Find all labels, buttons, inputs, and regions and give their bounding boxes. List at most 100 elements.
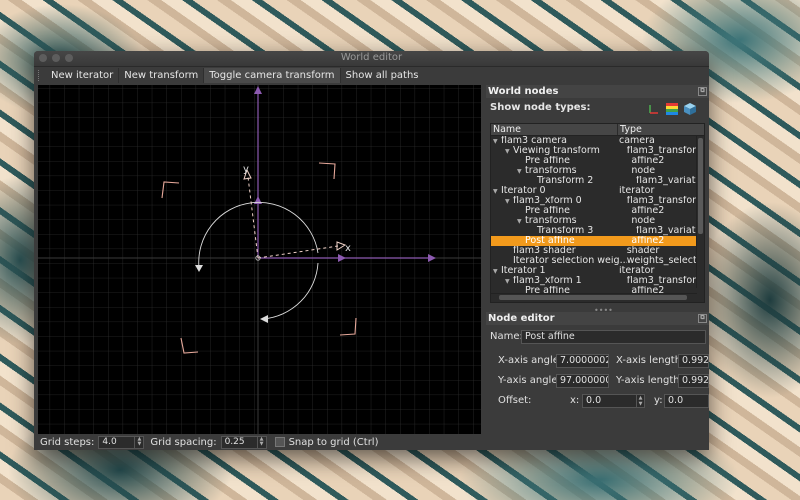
tree-row[interactable]: Post affine affine2 bbox=[491, 236, 704, 246]
tree-hscroll-thumb[interactable] bbox=[499, 295, 687, 300]
new-iterator-button[interactable]: New iterator bbox=[46, 68, 120, 83]
tree-row-label: transforms bbox=[525, 216, 577, 226]
tree-row-type: weights_selector bbox=[626, 256, 704, 266]
x-axis-angle-label: X-axis angle: bbox=[498, 355, 563, 366]
grid-spacing-value: 0.25 bbox=[224, 436, 245, 447]
tree-vertical-scrollbar[interactable] bbox=[696, 136, 704, 288]
toolbar-grip[interactable] bbox=[38, 70, 42, 81]
name-label: Name: bbox=[490, 331, 523, 342]
expand-arrow-icon[interactable]: ▼ bbox=[493, 187, 501, 196]
grid-spacing-stepper-icon[interactable]: ▲ ▼ bbox=[256, 436, 266, 448]
grid-steps-label: Grid steps: bbox=[40, 436, 95, 448]
x-axis-angle-input[interactable]: 7.0000002( bbox=[556, 354, 609, 368]
offset-y-label: y: bbox=[654, 395, 663, 406]
grid-steps-spinbox[interactable]: 4.0 ▲ ▼ bbox=[98, 435, 145, 449]
show-all-paths-button[interactable]: Show all paths bbox=[341, 68, 424, 83]
tree-row-label: flam3 camera bbox=[501, 136, 567, 146]
tree-row[interactable]: Pre affine affine2 bbox=[491, 156, 704, 166]
title-bar[interactable]: World editor bbox=[34, 51, 709, 67]
y-axis-angle-input[interactable]: 97.000000( bbox=[556, 374, 609, 388]
name-column-header[interactable]: Name bbox=[491, 124, 618, 135]
transform-type-icon[interactable] bbox=[648, 103, 660, 115]
tree-row[interactable]: Transform 3 flam3_variation bbox=[491, 226, 704, 236]
offset-label: Offset: bbox=[498, 395, 532, 406]
expand-arrow-icon[interactable]: ▼ bbox=[505, 277, 513, 286]
tree-row[interactable]: Pre affine affine2 bbox=[491, 206, 704, 216]
expand-arrow-icon[interactable]: ▼ bbox=[493, 137, 501, 146]
tree-row-label: Pre affine bbox=[525, 156, 570, 166]
offset-y-input[interactable]: 0.0 bbox=[664, 394, 709, 408]
tree-row-type: iterator bbox=[619, 266, 655, 276]
type-column-header[interactable]: Type bbox=[618, 124, 642, 135]
tree-row-type: node bbox=[631, 216, 656, 226]
tree-row-label: Transform 3 bbox=[537, 226, 594, 236]
y-axis-length-label: Y-axis length: bbox=[616, 375, 683, 386]
offset-x-value: 0.0 bbox=[586, 395, 602, 406]
x-axis-length-label: X-axis length: bbox=[616, 355, 685, 366]
expand-arrow-icon[interactable]: ▼ bbox=[517, 217, 525, 226]
tree-row-label: Iterator selection weig... bbox=[513, 256, 627, 266]
cube-icon[interactable] bbox=[684, 103, 696, 115]
color-palette-icon[interactable] bbox=[666, 103, 678, 115]
world-nodes-tree[interactable]: Name Type ▼ flam3 camera camera ▼ Viewing tr… bbox=[490, 123, 705, 303]
snap-to-grid-label[interactable]: Snap to grid (Ctrl) bbox=[289, 437, 379, 448]
viewport-canvas[interactable]: y x bbox=[38, 85, 481, 434]
tree-row[interactable]: ▼ flam3_xform 0 flam3_transform bbox=[491, 196, 704, 206]
expand-arrow-icon[interactable]: ▼ bbox=[493, 267, 501, 276]
tree-row-name: ▼ Viewing transform bbox=[491, 146, 627, 156]
tree-row-label: transforms bbox=[525, 166, 577, 176]
tree-row[interactable]: ▼ Iterator 1 iterator bbox=[491, 266, 704, 276]
tree-row[interactable]: ▼ transforms node bbox=[491, 216, 704, 226]
y-axis-angle-value: 97.000000( bbox=[560, 375, 608, 386]
node-editor-float-icon[interactable]: ⧉ bbox=[698, 314, 707, 323]
tree-row-type: flam3_transform bbox=[626, 146, 704, 156]
tree-row-name: ▼ flam3_xform 0 bbox=[491, 196, 627, 206]
tree-row-type: affine2 bbox=[631, 236, 665, 246]
toolbar: New iterator New transform Toggle camera… bbox=[34, 67, 482, 84]
tree-row[interactable]: ▼ Iterator 0 iterator bbox=[491, 186, 704, 196]
world-editor-window: World editor New iterator New transform … bbox=[34, 51, 709, 450]
tree-row-name: Post affine bbox=[491, 236, 631, 246]
tree-row-label: Transform 2 bbox=[537, 176, 594, 186]
window-title: World editor bbox=[340, 52, 403, 63]
grid-settings-bar: Grid steps: 4.0 ▲ ▼ Grid spacing: 0.25 ▲ ▼… bbox=[34, 434, 482, 450]
tree-row[interactable]: flam3 shader shader bbox=[491, 246, 704, 256]
tree-horizontal-scrollbar[interactable] bbox=[491, 293, 697, 302]
tree-row-name: ▼ Iterator 0 bbox=[491, 186, 619, 196]
tree-row[interactable]: ▼ transforms node bbox=[491, 166, 704, 176]
tree-row-name: ▼ flam3_xform 1 bbox=[491, 276, 627, 286]
tree-row-type: node bbox=[631, 166, 656, 176]
tree-row-type: affine2 bbox=[631, 206, 665, 216]
tree-row[interactable]: ▼ flam3 camera camera bbox=[491, 136, 704, 146]
offset-x-input[interactable]: 0.0 ▲ ▼ bbox=[582, 394, 645, 408]
expand-arrow-icon[interactable]: ▼ bbox=[517, 167, 525, 176]
tree-row-type: flam3_transform bbox=[626, 196, 704, 206]
world-nodes-panel: World nodes ⧉ Show node types: Name Type… bbox=[486, 85, 709, 408]
transform-viewport[interactable]: y x bbox=[38, 85, 481, 434]
y-axis-label: y bbox=[243, 164, 249, 175]
tree-row-name: Pre affine bbox=[491, 156, 631, 166]
snap-to-grid-checkbox[interactable] bbox=[274, 437, 285, 447]
panel-splitter[interactable] bbox=[482, 67, 486, 450]
expand-arrow-icon[interactable]: ▼ bbox=[505, 197, 513, 206]
x-axis-length-input[interactable]: 0.9925 bbox=[678, 354, 709, 368]
tree-vscroll-thumb[interactable] bbox=[698, 138, 703, 234]
tree-row-type: flam3_variation bbox=[636, 226, 704, 236]
panel-float-icon[interactable]: ⧉ bbox=[698, 87, 707, 96]
offset-x-stepper-icon[interactable]: ▲ ▼ bbox=[636, 395, 644, 407]
tree-row-type: shader bbox=[626, 246, 660, 256]
tree-row[interactable]: Iterator selection weig... weights_select… bbox=[491, 256, 704, 266]
tree-rows: ▼ flam3 camera camera ▼ Viewing transform fla… bbox=[491, 136, 704, 296]
tree-row[interactable]: ▼ Viewing transform flam3_transform bbox=[491, 146, 704, 156]
x-axis-length-value: 0.9925 bbox=[682, 355, 709, 366]
new-transform-button[interactable]: New transform bbox=[119, 68, 205, 83]
tree-row[interactable]: Transform 2 flam3_variation bbox=[491, 176, 704, 186]
node-name-input[interactable]: Post affine bbox=[521, 330, 706, 344]
toggle-camera-transform-button[interactable]: Toggle camera transform bbox=[204, 68, 341, 83]
tree-row[interactable]: ▼ flam3_xform 1 flam3_transform bbox=[491, 276, 704, 286]
y-axis-length-input[interactable]: 0.9925 bbox=[678, 374, 709, 388]
grid-spacing-spinbox[interactable]: 0.25 ▲ ▼ bbox=[220, 435, 267, 449]
grid-steps-stepper-icon[interactable]: ▲ ▼ bbox=[134, 436, 143, 448]
expand-arrow-icon[interactable]: ▼ bbox=[505, 147, 513, 156]
offset-y-value: 0.0 bbox=[668, 395, 684, 406]
